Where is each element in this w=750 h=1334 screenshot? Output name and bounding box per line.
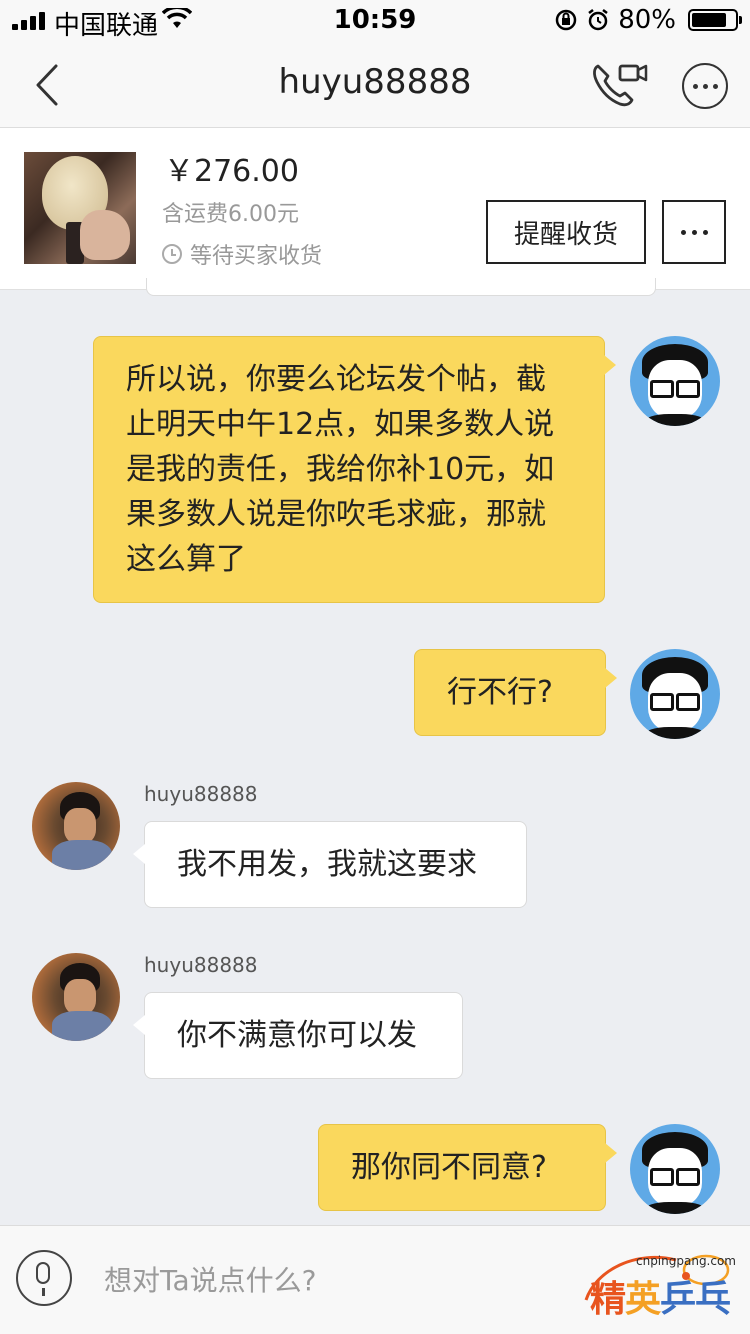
watermark-text: 精英乒乓网: [590, 1270, 746, 1334]
message-bubble-outgoing[interactable]: 所以说，你要么论坛发个帖，截止明天中午12点，如果多数人说是我的责任，我给你补1…: [93, 336, 616, 603]
order-status: 等待买家收货: [162, 238, 322, 270]
contact-avatar[interactable]: [32, 953, 120, 1041]
microphone-icon[interactable]: [16, 1250, 72, 1306]
message-bubble-incoming[interactable]: 你不满意你可以发: [133, 992, 463, 1079]
battery-icon: [688, 9, 742, 31]
order-more-button[interactable]: [662, 200, 726, 264]
more-options-button[interactable]: [682, 63, 728, 109]
product-thumbnail[interactable]: [24, 152, 136, 264]
battery-percent: 80%: [618, 5, 676, 35]
sender-name: huyu88888: [144, 953, 258, 977]
watermark-url: cnpingpang.com: [635, 1254, 736, 1268]
order-shipping: 含运费6.00元: [162, 202, 299, 227]
clock-icon: [162, 244, 182, 264]
remind-receipt-button[interactable]: 提醒收货: [486, 200, 646, 264]
message-text: 所以说，你要么论坛发个帖，截止明天中午12点，如果多数人说是我的责任，我给你补1…: [126, 362, 555, 577]
my-avatar[interactable]: [630, 1124, 720, 1214]
alarm-icon: [588, 9, 608, 31]
status-bar: 中国联通 10:59 80%: [0, 0, 750, 41]
previous-message-bubble: [146, 278, 656, 296]
message-bubble-incoming[interactable]: 我不用发，我就这要求: [133, 821, 527, 908]
phone-video-icon[interactable]: [590, 60, 650, 110]
order-status-label: 等待买家收货: [190, 244, 323, 269]
contact-avatar[interactable]: [32, 782, 120, 870]
message-text: 行不行?: [447, 675, 553, 710]
site-watermark: cnpingpang.com 精英乒乓网: [566, 1240, 746, 1334]
message-text: 你不满意你可以发: [177, 1018, 417, 1053]
rotation-lock-icon: [555, 9, 577, 31]
order-price: ￥276.00: [164, 154, 299, 189]
message-bubble-outgoing[interactable]: 那你同不同意?: [318, 1124, 617, 1211]
more-dots-icon: [692, 83, 698, 89]
message-text: 我不用发，我就这要求: [177, 847, 477, 882]
message-bubble-outgoing[interactable]: 行不行?: [414, 649, 617, 736]
message-text: 那你同不同意?: [351, 1150, 547, 1185]
watermark-part-1: 精: [590, 1279, 626, 1320]
more-dots-icon: [680, 229, 686, 235]
nav-bar: huyu88888: [0, 40, 750, 128]
sender-name: huyu88888: [144, 782, 258, 806]
message-input[interactable]: [104, 1256, 564, 1304]
watermark-part-2: 英: [625, 1279, 661, 1320]
my-avatar[interactable]: [630, 649, 720, 739]
my-avatar[interactable]: [630, 336, 720, 426]
